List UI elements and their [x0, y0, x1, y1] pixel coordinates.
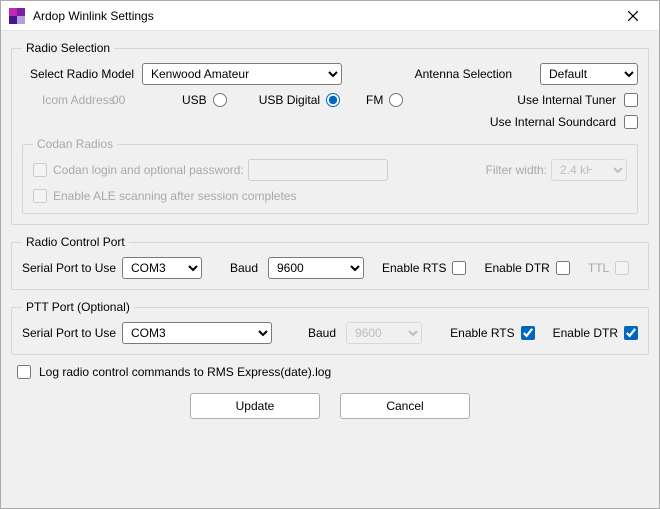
radio-selection-legend: Radio Selection: [22, 41, 114, 55]
mode-fm-option[interactable]: FM: [366, 93, 403, 107]
close-icon: [628, 11, 638, 21]
control-port-group: Radio Control Port Serial Port to Use CO…: [11, 235, 649, 290]
mode-usb-radio[interactable]: [213, 93, 227, 107]
control-ttl-checkbox: [615, 261, 629, 275]
mode-usb-option[interactable]: USB: [182, 93, 227, 107]
dialog-buttons: Update Cancel: [11, 393, 649, 419]
internal-soundcard-checkbox[interactable]: [624, 115, 638, 129]
window-title: Ardop Winlink Settings: [33, 9, 613, 23]
internal-tuner-checkbox[interactable]: [624, 93, 638, 107]
internal-soundcard-label: Use Internal Soundcard: [490, 115, 616, 129]
control-rts-checkbox[interactable]: [452, 261, 466, 275]
control-baud-label: Baud: [230, 261, 268, 275]
ptt-serial-label: Serial Port to Use: [22, 326, 122, 340]
app-icon: [9, 8, 25, 24]
control-serial-label: Serial Port to Use: [22, 261, 122, 275]
ptt-dtr-checkbox[interactable]: [624, 326, 638, 340]
radio-model-label: Select Radio Model: [22, 67, 142, 81]
codan-ale-checkbox: [33, 189, 47, 203]
ptt-dtr-label: Enable DTR: [553, 326, 618, 340]
antenna-select[interactable]: Default: [540, 63, 638, 85]
settings-window: Ardop Winlink Settings Radio Selection S…: [0, 0, 660, 509]
control-dtr-checkbox[interactable]: [556, 261, 570, 275]
control-serial-select[interactable]: COM3: [122, 257, 202, 279]
icom-address-value: 00: [112, 93, 152, 107]
control-rts-label: Enable RTS: [382, 261, 446, 275]
codan-legend: Codan Radios: [33, 137, 117, 151]
cancel-button[interactable]: Cancel: [340, 393, 470, 419]
codan-group: Codan Radios Codan login and optional pa…: [22, 137, 638, 214]
log-checkbox[interactable]: [17, 365, 31, 379]
filter-width-label: Filter width:: [486, 163, 547, 177]
ptt-rts-checkbox[interactable]: [521, 326, 535, 340]
close-button[interactable]: [613, 2, 653, 30]
codan-login-checkbox: [33, 163, 47, 177]
mode-usb-digital-option[interactable]: USB Digital: [259, 93, 340, 107]
mode-fm-radio[interactable]: [389, 93, 403, 107]
titlebar: Ardop Winlink Settings: [1, 1, 659, 31]
codan-login-label: Codan login and optional password:: [53, 163, 244, 177]
radio-selection-group: Radio Selection Select Radio Model Kenwo…: [11, 41, 649, 225]
mode-usb-digital-radio[interactable]: [326, 93, 340, 107]
radio-model-select[interactable]: Kenwood Amateur: [142, 63, 342, 85]
filter-width-select: 2.4 kHz: [551, 159, 627, 181]
update-button[interactable]: Update: [190, 393, 320, 419]
control-ttl-label: TTL: [588, 261, 609, 275]
icom-address-label: Icom Address: [22, 93, 112, 107]
control-port-legend: Radio Control Port: [22, 235, 129, 249]
codan-login-input: [248, 159, 388, 181]
ptt-baud-select: 9600: [346, 322, 422, 344]
ptt-serial-select[interactable]: COM3: [122, 322, 272, 344]
ptt-port-group: PTT Port (Optional) Serial Port to Use C…: [11, 300, 649, 355]
antenna-label: Antenna Selection: [415, 67, 512, 81]
client-area: Radio Selection Select Radio Model Kenwo…: [1, 31, 659, 429]
codan-ale-label: Enable ALE scanning after session comple…: [53, 189, 296, 203]
radio-mode-group: USB USB Digital FM: [182, 93, 415, 107]
internal-tuner-label: Use Internal Tuner: [517, 93, 616, 107]
ptt-rts-label: Enable RTS: [450, 326, 514, 340]
ptt-baud-label: Baud: [308, 326, 346, 340]
ptt-port-legend: PTT Port (Optional): [22, 300, 134, 314]
control-baud-select[interactable]: 9600: [268, 257, 364, 279]
log-label: Log radio control commands to RMS Expres…: [39, 365, 331, 379]
control-dtr-label: Enable DTR: [484, 261, 549, 275]
